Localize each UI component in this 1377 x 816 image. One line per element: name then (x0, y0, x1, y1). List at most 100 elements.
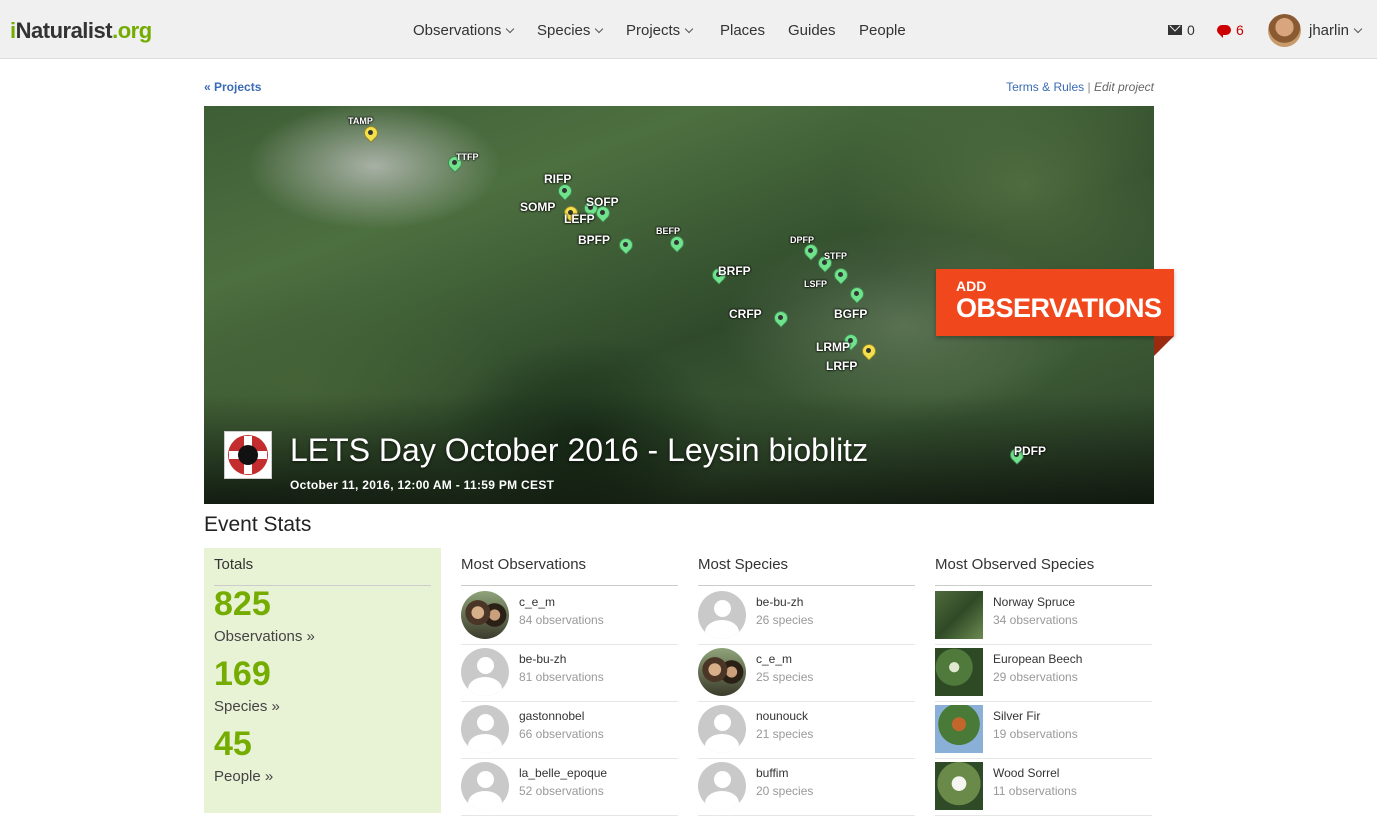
list-item-name[interactable]: be-bu-zh (756, 595, 803, 609)
default-user-avatar-icon[interactable] (461, 762, 509, 810)
user-avatar[interactable] (1268, 14, 1301, 47)
list-item[interactable]: Wood Sorrel 11 observations (935, 759, 1152, 816)
species-thumbnail[interactable] (935, 705, 983, 753)
user-avatar[interactable] (698, 648, 746, 696)
default-user-avatar-icon[interactable] (461, 705, 509, 753)
list-item-name[interactable]: Wood Sorrel (993, 766, 1059, 780)
nav-places[interactable]: Places (720, 22, 765, 39)
nav-species-label: Species (537, 22, 591, 39)
default-user-avatar-icon[interactable] (698, 762, 746, 810)
map-marker-label: SOMP (520, 200, 556, 214)
map-marker-label: RIFP (544, 172, 572, 186)
list-item[interactable]: be-bu-zh 26 species (698, 588, 915, 645)
messages-count: 6 (1236, 22, 1244, 38)
people-total: 45 (214, 725, 252, 763)
terms-rules-link[interactable]: Terms & Rules (1006, 80, 1084, 94)
list-item[interactable]: be-bu-zh 81 observations (461, 645, 678, 702)
list-item-count: 25 species (756, 670, 814, 684)
map-marker-label: TAMP (348, 116, 373, 126)
map-marker-pin-icon[interactable] (801, 241, 821, 262)
list-item-name[interactable]: Silver Fir (993, 709, 1040, 723)
map-marker-label: LRMP (816, 340, 850, 354)
most-observed-species-heading: Most Observed Species (935, 556, 1152, 586)
project-actions: Terms & Rules | Edit project (1006, 80, 1154, 94)
list-item[interactable]: buffim 20 species (698, 759, 915, 816)
back-to-projects-link[interactable]: « Projects (204, 80, 261, 94)
species-thumbnail[interactable] (935, 591, 983, 639)
user-menu[interactable]: jharlin (1309, 22, 1363, 39)
list-item-name[interactable]: buffim (756, 766, 788, 780)
messages-button[interactable]: 6 (1217, 22, 1244, 38)
user-avatar[interactable] (461, 591, 509, 639)
default-user-avatar-icon[interactable] (698, 705, 746, 753)
species-thumbnail[interactable] (935, 762, 983, 810)
list-item-count: 84 observations (519, 613, 604, 627)
map-marker-label: CRFP (729, 307, 762, 321)
nav-people[interactable]: People (859, 22, 906, 39)
nav-observations[interactable]: Observations (413, 22, 515, 39)
species-thumbnail[interactable] (935, 648, 983, 696)
list-item-name[interactable]: Norway Spruce (993, 595, 1075, 609)
nav-guides[interactable]: Guides (788, 22, 836, 39)
pin-dot (674, 240, 679, 245)
avatar-body (468, 734, 502, 753)
inaturalist-logo[interactable]: iNaturalist.org (10, 18, 152, 44)
map-marker-pin-icon[interactable] (593, 203, 613, 224)
list-item-name[interactable]: c_e_m (756, 652, 792, 666)
default-user-avatar-icon[interactable] (461, 648, 509, 696)
nav-projects[interactable]: Projects (626, 22, 694, 39)
species-link[interactable]: Species » (214, 698, 280, 715)
list-item-name[interactable]: c_e_m (519, 595, 555, 609)
list-item-name[interactable]: be-bu-zh (519, 652, 566, 666)
list-item-count: 21 species (756, 727, 814, 741)
totals-heading: Totals (214, 556, 431, 586)
list-item-count: 19 observations (993, 727, 1078, 741)
project-date: October 11, 2016, 12:00 AM - 11:59 PM CE… (290, 478, 555, 492)
map-marker-pin-icon[interactable] (361, 123, 381, 144)
list-item[interactable]: la_belle_epoque 52 observations (461, 759, 678, 816)
list-item[interactable]: Silver Fir 19 observations (935, 702, 1152, 759)
list-item[interactable]: c_e_m 84 observations (461, 588, 678, 645)
people-link[interactable]: People » (214, 768, 273, 785)
list-item-name[interactable]: European Beech (993, 652, 1082, 666)
most-observations-heading: Most Observations (461, 556, 678, 586)
map-marker-pin-icon[interactable] (771, 308, 791, 329)
default-user-avatar-icon[interactable] (698, 591, 746, 639)
map-marker-label: TTFP (456, 152, 479, 162)
add-observations-button[interactable]: ADD OBSERVATIONS (936, 269, 1174, 336)
add-line1: ADD (956, 278, 987, 294)
list-item[interactable]: gastonnobel 66 observations (461, 702, 678, 759)
list-item[interactable]: Norway Spruce 34 observations (935, 588, 1152, 645)
list-item[interactable]: European Beech 29 observations (935, 645, 1152, 702)
observations-link[interactable]: Observations » (214, 628, 315, 645)
list-item[interactable]: nounouck 21 species (698, 702, 915, 759)
list-item-name[interactable]: gastonnobel (519, 709, 584, 723)
map-marker-pin-icon[interactable] (847, 284, 867, 305)
list-item-count: 81 observations (519, 670, 604, 684)
map-marker-pin-icon[interactable] (667, 233, 687, 254)
pin-dot (866, 348, 871, 353)
map-marker-pin-icon[interactable] (555, 181, 575, 202)
pin-dot (562, 188, 567, 193)
map-marker-pin-icon[interactable] (859, 341, 879, 362)
separator: | (1087, 80, 1091, 94)
list-item-name[interactable]: nounouck (756, 709, 808, 723)
map-marker-pin-icon[interactable] (616, 235, 636, 256)
avatar-head (714, 600, 731, 617)
nav-species[interactable]: Species (537, 22, 604, 39)
mail-button[interactable]: 0 (1168, 22, 1195, 38)
avatar-body (468, 791, 502, 810)
list-item[interactable]: c_e_m 25 species (698, 645, 915, 702)
list-item-name[interactable]: la_belle_epoque (519, 766, 607, 780)
top-navbar: iNaturalist.org Observations Species Pro… (0, 0, 1377, 59)
map-marker-label: STFP (824, 251, 848, 261)
avatar-body (705, 734, 739, 753)
avatar-body (468, 677, 502, 696)
list-item-count: 29 observations (993, 670, 1078, 684)
map-marker-pin-icon[interactable] (831, 265, 851, 286)
avatar-body (705, 791, 739, 810)
pin-dot (854, 291, 859, 296)
list-item-count: 20 species (756, 784, 814, 798)
map-marker-label: LSFP (804, 279, 828, 289)
edit-project-link[interactable]: Edit project (1094, 80, 1154, 94)
